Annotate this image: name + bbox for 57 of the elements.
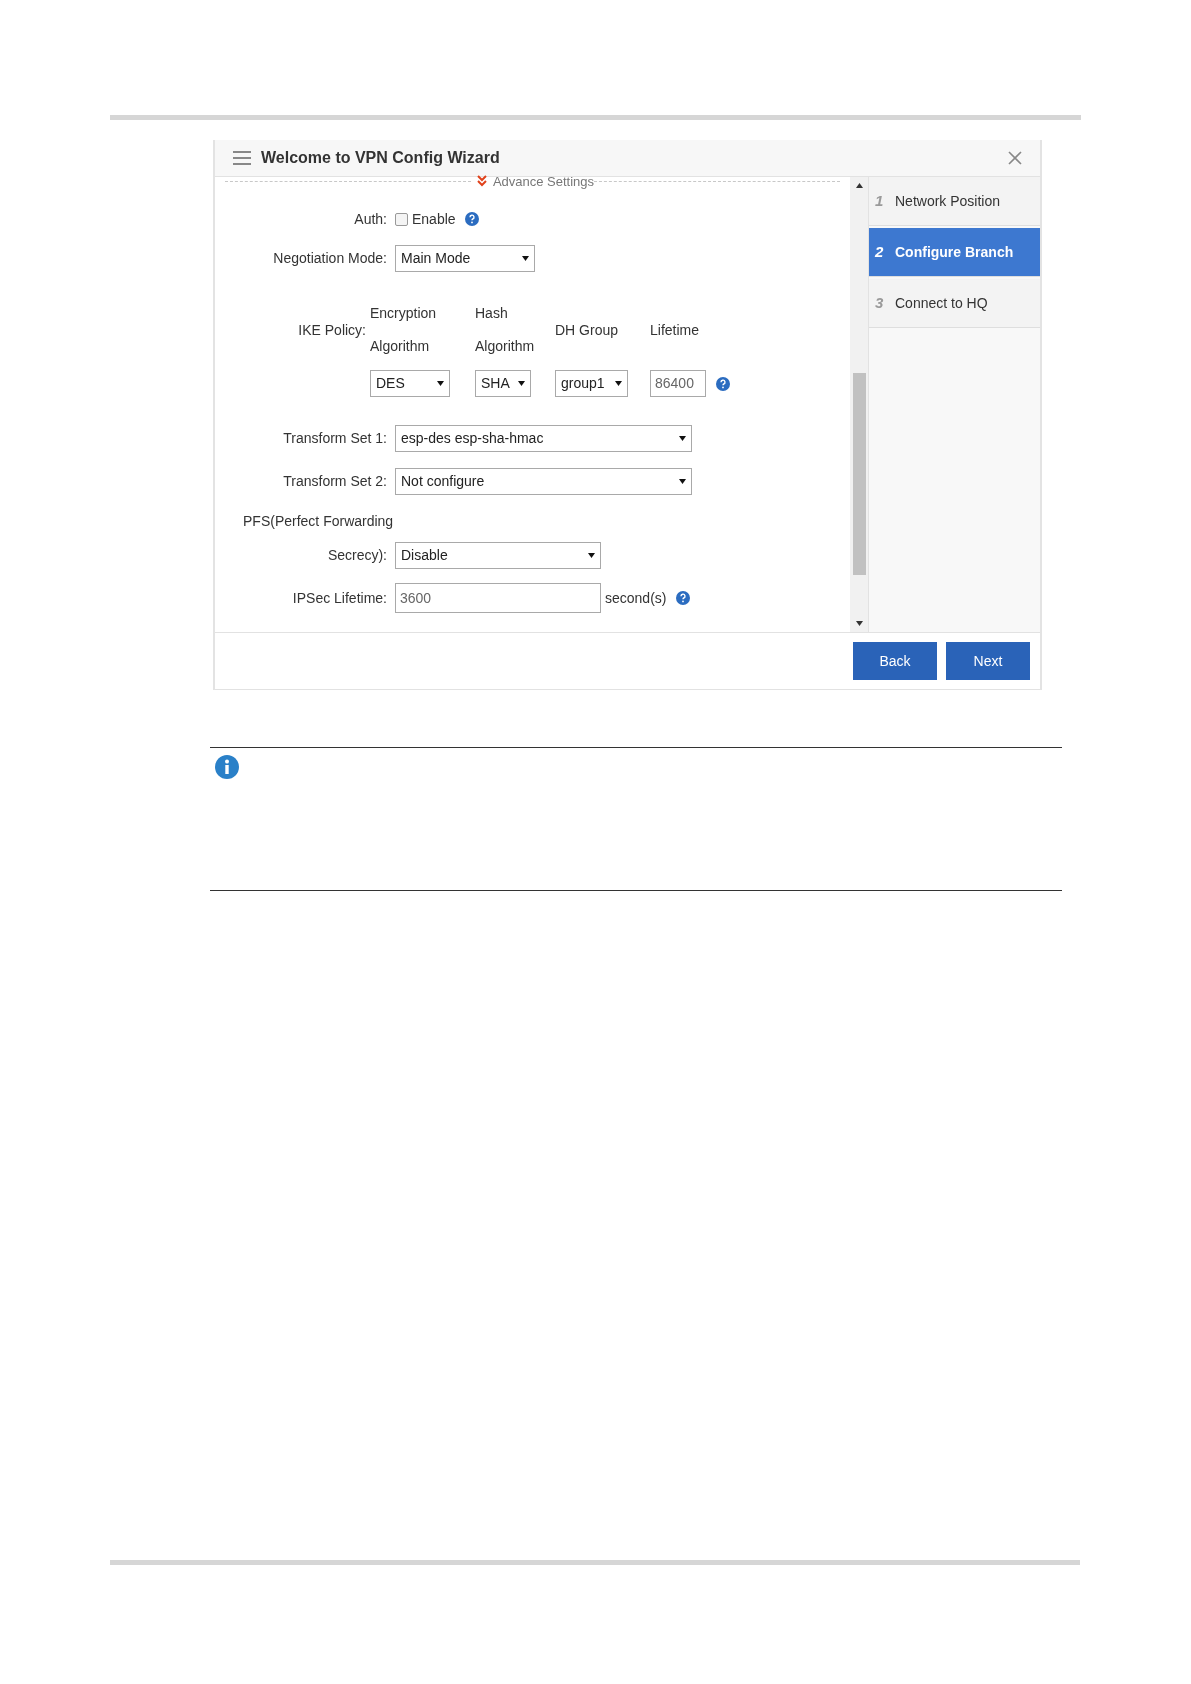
help-icon[interactable]	[464, 212, 479, 226]
wizard-button[interactable]: Back	[853, 642, 937, 680]
help-icon[interactable]	[716, 376, 730, 391]
input-field[interactable]: 3600	[395, 583, 601, 613]
scrollbar-thumb[interactable]	[852, 373, 866, 575]
close-icon[interactable]	[1008, 151, 1022, 165]
field-label: IPSec Lifetime:	[292, 589, 387, 606]
dropdown[interactable]: Not configure	[395, 468, 692, 495]
dropdown-arrow-icon	[437, 381, 444, 386]
column-header: Algorithm	[370, 337, 431, 356]
dropdown[interactable]: Main Mode	[395, 245, 535, 272]
column-header: Algorithm	[475, 337, 536, 356]
checkbox[interactable]	[395, 212, 408, 226]
dropdown-arrow-icon	[615, 381, 622, 386]
section-title[interactable]: Advance Settings	[492, 174, 595, 188]
dropdown[interactable]: Disable	[395, 542, 601, 569]
column-header: Hash	[475, 304, 509, 323]
info-icon	[214, 754, 240, 780]
step-item[interactable]: 3 Connect to HQ	[869, 279, 1040, 328]
dropdown[interactable]: SHA	[475, 370, 531, 397]
step-number: 2	[875, 241, 885, 262]
step-item[interactable]: 1 Network Position	[869, 177, 1040, 226]
field-label: Transform Set 1:	[283, 430, 387, 446]
step-label: Configure Branch	[895, 242, 1014, 262]
unit-label: second(s)	[605, 588, 667, 608]
double-chevron-icon[interactable]	[476, 175, 487, 187]
scrollbar[interactable]	[850, 177, 868, 632]
dropdown[interactable]: group1	[555, 370, 628, 397]
dropdown-arrow-icon	[588, 553, 595, 558]
step-label: Network Position	[895, 191, 1001, 211]
column-header: Lifetime	[650, 320, 701, 340]
dropdown-arrow-icon	[522, 256, 529, 261]
checkbox-label: Enable	[412, 209, 456, 229]
field-label: IKE Policy:	[298, 320, 366, 340]
column-header: Encryption	[370, 304, 438, 323]
dropdown-arrow-icon	[679, 436, 686, 441]
step-number: 3	[875, 292, 885, 313]
step-number: 1	[875, 190, 885, 211]
field-label: Transform Set 2:	[283, 473, 387, 489]
field-label: Auth:	[354, 210, 387, 227]
input-field[interactable]: 86400	[650, 370, 706, 397]
scroll-down-icon[interactable]	[855, 621, 863, 626]
menu-icon[interactable]	[233, 151, 251, 165]
field-label: Negotiation Mode:	[273, 250, 387, 266]
dropdown-arrow-icon	[679, 479, 686, 484]
scroll-up-icon[interactable]	[855, 183, 863, 188]
column-header: DH Group	[555, 320, 620, 340]
field-label: PFS(Perfect Forwarding	[243, 513, 394, 529]
step-label: Connect to HQ	[895, 293, 988, 313]
dropdown[interactable]: esp-des esp-sha-hmac	[395, 425, 692, 452]
field-label: Secrecy):	[327, 547, 387, 563]
step-item[interactable]: 2 Configure Branch	[869, 228, 1040, 277]
dropdown-arrow-icon	[518, 381, 525, 386]
dropdown[interactable]: DES	[370, 370, 450, 397]
window-title: Welcome to VPN Config Wizard	[261, 148, 500, 168]
wizard-button[interactable]: Next	[946, 642, 1030, 680]
help-icon[interactable]	[676, 591, 691, 605]
